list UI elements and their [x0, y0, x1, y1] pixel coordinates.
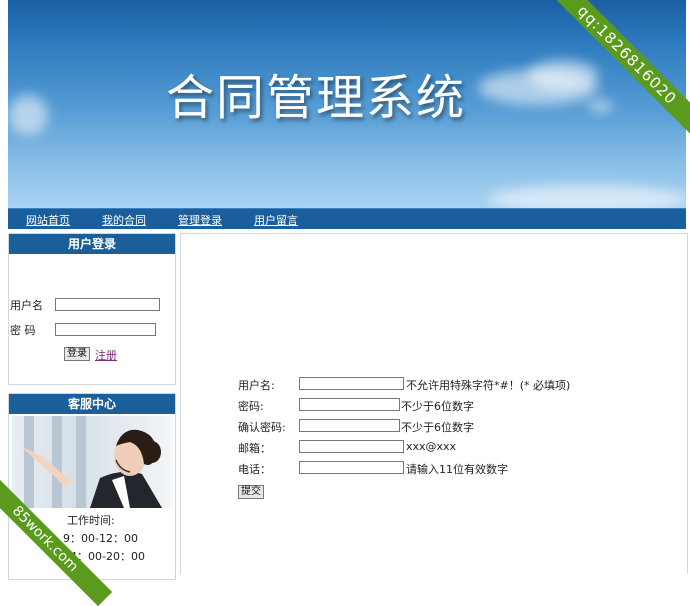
service-hours-morning: 9：00-12：00 — [63, 532, 138, 545]
nav-my-contracts-link[interactable]: 我的合同 — [102, 212, 146, 228]
reg-username-hint: 不允许用特殊字符*#！(* 必填项) — [406, 379, 571, 392]
login-button[interactable]: 登录 — [64, 347, 90, 361]
nav-messages-link[interactable]: 用户留言 — [254, 212, 298, 228]
reg-submit-button[interactable]: 提交 — [238, 485, 264, 499]
reg-phone-label: 电话： — [238, 463, 271, 476]
nav-home-link[interactable]: 网站首页 — [26, 212, 70, 228]
reg-email-hint: xxx@xxx — [406, 440, 457, 453]
reg-username-input[interactable] — [299, 377, 404, 390]
reg-username-label: 用户名: — [238, 379, 275, 392]
customer-service-panel: 客服中心 工作时间: 9：00-12：00 14：00-20：00 — [8, 393, 176, 580]
nav-admin-login-link[interactable]: 管理登录 — [178, 212, 222, 228]
service-panel-title: 客服中心 — [9, 394, 175, 414]
reg-confirm-password-label: 确认密码: — [238, 421, 286, 434]
login-panel: 用户登录 用户名 密 码 登录 注册 — [8, 233, 176, 385]
reg-password-input[interactable] — [299, 398, 400, 411]
login-password-input[interactable] — [55, 323, 156, 336]
reg-password-label: 密码: — [238, 400, 264, 413]
reg-password-hint: 不少于6位数字 — [401, 400, 474, 413]
password-label: 密 码 — [10, 324, 36, 337]
reg-confirm-password-hint: 不少于6位数字 — [401, 421, 474, 434]
login-panel-title: 用户登录 — [9, 234, 175, 254]
reg-phone-hint: 请输入11位有效数字 — [406, 463, 508, 476]
reg-email-label: 邮箱： — [238, 442, 271, 455]
service-hours-label: 工作时间: — [67, 514, 115, 527]
registration-form-panel: 用户名: 不允许用特殊字符*#！(* 必填项) 密码: 不少于6位数字 确认密码… — [180, 233, 688, 574]
reg-email-input[interactable] — [299, 440, 404, 453]
username-label: 用户名 — [10, 299, 43, 312]
main-nav: 网站首页 我的合同 管理登录 用户留言 — [8, 208, 686, 229]
reg-confirm-password-input[interactable] — [299, 419, 400, 432]
header-banner: 合同管理系统 — [8, 0, 686, 208]
site-title: 合同管理系统 — [166, 70, 467, 126]
service-agent-photo — [12, 416, 172, 508]
reg-phone-input[interactable] — [299, 461, 404, 474]
register-link[interactable]: 注册 — [95, 347, 117, 363]
login-username-input[interactable] — [55, 298, 160, 311]
